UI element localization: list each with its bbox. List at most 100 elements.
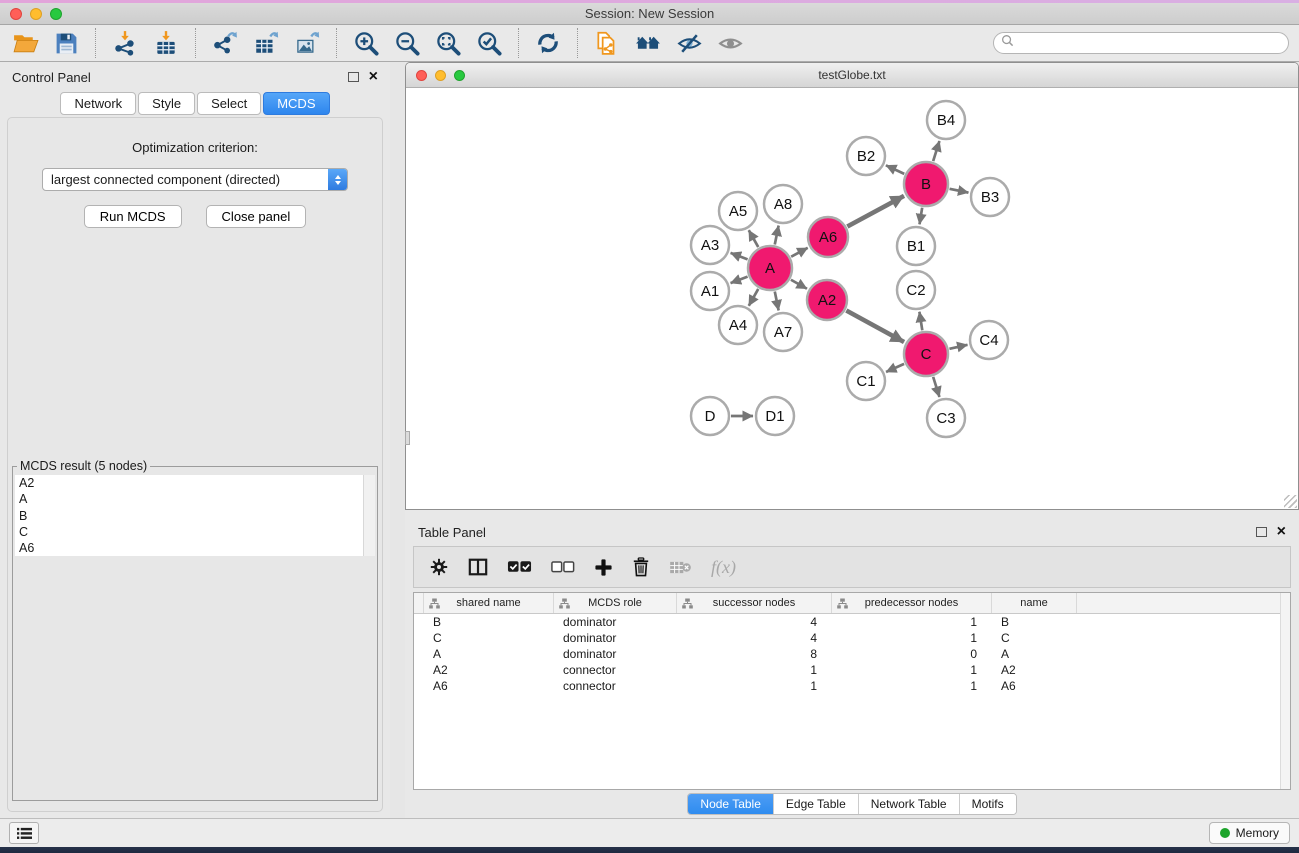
graph-node-A7[interactable]: A7 bbox=[764, 313, 802, 351]
graph-node-A2[interactable]: A2 bbox=[807, 280, 847, 320]
network-canvas[interactable]: B4 B2 B B3 A5A8A6 B1 A3 A C2 A1 A2 A4A7 C4 C C1 C3 D D1 bbox=[406, 88, 1298, 509]
close-table-panel-button[interactable]: × bbox=[1277, 527, 1286, 537]
column-header-predecessor-nodes[interactable]: predecessor nodes bbox=[832, 593, 992, 613]
table-scrollbar[interactable] bbox=[1280, 593, 1290, 789]
save-session-icon[interactable] bbox=[51, 28, 81, 58]
run-mcds-button[interactable]: Run MCDS bbox=[84, 205, 182, 228]
graph-node-B4[interactable]: B4 bbox=[927, 101, 965, 139]
criterion-dropdown-value: largest connected component (directed) bbox=[51, 172, 280, 187]
cell-name: A bbox=[992, 647, 1077, 661]
edge-A-A4 bbox=[749, 289, 758, 306]
column-header-shared-name[interactable]: shared name bbox=[424, 593, 554, 613]
tab-select[interactable]: Select bbox=[197, 92, 261, 115]
result-scrollbar[interactable] bbox=[363, 475, 375, 556]
cell-shared-name: C bbox=[424, 631, 554, 645]
resize-grip[interactable] bbox=[1284, 495, 1297, 508]
cell-shared-name: A2 bbox=[424, 663, 554, 677]
tab-network-table[interactable]: Network Table bbox=[859, 794, 960, 814]
zoom-selected-icon[interactable] bbox=[474, 28, 504, 58]
float-table-panel-button[interactable] bbox=[1256, 527, 1267, 537]
edge-A-A1 bbox=[731, 277, 748, 284]
zoom-in-icon[interactable] bbox=[351, 28, 381, 58]
edge-B-B1 bbox=[920, 208, 923, 225]
table-row[interactable]: A6connector11A6 bbox=[414, 678, 1290, 694]
new-network-from-selection-icon[interactable] bbox=[592, 28, 622, 58]
split-columns-icon[interactable] bbox=[468, 557, 488, 577]
result-item[interactable]: A6 bbox=[15, 540, 363, 556]
graph-node-C3[interactable]: C3 bbox=[927, 399, 965, 437]
graph-node-B2[interactable]: B2 bbox=[847, 137, 885, 175]
column-header-MCDS-role[interactable]: MCDS role bbox=[554, 593, 677, 613]
splitter-handle[interactable] bbox=[405, 431, 410, 445]
memory-status-icon bbox=[1220, 828, 1230, 838]
delete-columns-icon[interactable] bbox=[632, 557, 650, 577]
show-all-panels-icon[interactable] bbox=[633, 28, 663, 58]
graph-node-D1[interactable]: D1 bbox=[756, 397, 794, 435]
graph-node-B3[interactable]: B3 bbox=[971, 178, 1009, 216]
graph-node-C1[interactable]: C1 bbox=[847, 362, 885, 400]
table-row[interactable]: Bdominator41B bbox=[414, 614, 1290, 630]
close-panel-button-mcds[interactable]: Close panel bbox=[206, 205, 307, 228]
table-row[interactable]: Cdominator41C bbox=[414, 630, 1290, 646]
table-body: Bdominator41BCdominator41CAdominator80AA… bbox=[414, 614, 1290, 694]
graph-node-A[interactable]: A bbox=[748, 246, 792, 290]
graph-node-A4[interactable]: A4 bbox=[719, 306, 757, 344]
table-row[interactable]: Adominator80A bbox=[414, 646, 1290, 662]
svg-text:A1: A1 bbox=[701, 283, 719, 300]
column-header-successor-nodes[interactable]: successor nodes bbox=[677, 593, 832, 613]
table-row[interactable]: A2connector11A2 bbox=[414, 662, 1290, 678]
export-table-icon[interactable] bbox=[251, 28, 281, 58]
edge-A2-C bbox=[846, 311, 904, 342]
result-item[interactable]: B bbox=[15, 508, 363, 524]
task-history-button[interactable] bbox=[9, 822, 39, 844]
float-panel-button[interactable] bbox=[348, 72, 359, 82]
panel-divider[interactable] bbox=[390, 62, 405, 818]
graph-node-A3[interactable]: A3 bbox=[691, 226, 729, 264]
criterion-dropdown[interactable]: largest connected component (directed) bbox=[42, 168, 348, 191]
graph-node-A5[interactable]: A5 bbox=[719, 192, 757, 230]
hide-graphics-details-icon[interactable] bbox=[674, 28, 704, 58]
show-graphics-details-icon[interactable] bbox=[715, 28, 745, 58]
tab-mcds[interactable]: MCDS bbox=[263, 92, 329, 115]
memory-button[interactable]: Memory bbox=[1209, 822, 1290, 844]
result-item[interactable]: C bbox=[15, 524, 363, 540]
zoom-out-icon[interactable] bbox=[392, 28, 422, 58]
column-header-name[interactable]: name bbox=[992, 593, 1077, 613]
toolbar-separator bbox=[518, 28, 519, 58]
export-image-icon[interactable] bbox=[292, 28, 322, 58]
edge-A6-B bbox=[847, 196, 904, 227]
export-network-icon[interactable] bbox=[210, 28, 240, 58]
tab-node-table[interactable]: Node Table bbox=[688, 794, 774, 814]
select-all-checkboxes-icon[interactable] bbox=[507, 560, 532, 574]
search-field[interactable] bbox=[993, 32, 1289, 54]
svg-text:B1: B1 bbox=[907, 238, 925, 255]
control-panel-title: Control Panel bbox=[12, 70, 91, 85]
graph-node-C2[interactable]: C2 bbox=[897, 271, 935, 309]
graph-node-B1[interactable]: B1 bbox=[897, 227, 935, 265]
tab-edge-table[interactable]: Edge Table bbox=[774, 794, 859, 814]
tab-motifs[interactable]: Motifs bbox=[960, 794, 1016, 814]
refresh-icon[interactable] bbox=[533, 28, 563, 58]
tab-style[interactable]: Style bbox=[138, 92, 195, 115]
import-table-icon[interactable] bbox=[151, 28, 181, 58]
graph-node-B[interactable]: B bbox=[904, 162, 948, 206]
search-input[interactable] bbox=[1018, 34, 1288, 52]
graph-node-D[interactable]: D bbox=[691, 397, 729, 435]
dropdown-stepper-icon bbox=[328, 169, 347, 190]
gear-icon[interactable] bbox=[429, 557, 449, 577]
add-column-icon[interactable] bbox=[594, 558, 613, 577]
result-item[interactable]: A2 bbox=[15, 475, 363, 491]
mcds-result-title: MCDS result (5 nodes) bbox=[17, 459, 150, 473]
graph-node-A8[interactable]: A8 bbox=[764, 185, 802, 223]
import-network-icon[interactable] bbox=[110, 28, 140, 58]
graph-node-A1[interactable]: A1 bbox=[691, 272, 729, 310]
zoom-fit-icon[interactable] bbox=[433, 28, 463, 58]
open-session-icon[interactable] bbox=[10, 28, 40, 58]
close-panel-button[interactable]: × bbox=[369, 72, 378, 82]
result-item[interactable]: A bbox=[15, 491, 363, 507]
tab-network[interactable]: Network bbox=[60, 92, 136, 115]
deselect-all-checkboxes-icon[interactable] bbox=[551, 561, 575, 574]
graph-node-C[interactable]: C bbox=[904, 332, 948, 376]
graph-node-C4[interactable]: C4 bbox=[970, 321, 1008, 359]
graph-node-A6[interactable]: A6 bbox=[808, 217, 848, 257]
